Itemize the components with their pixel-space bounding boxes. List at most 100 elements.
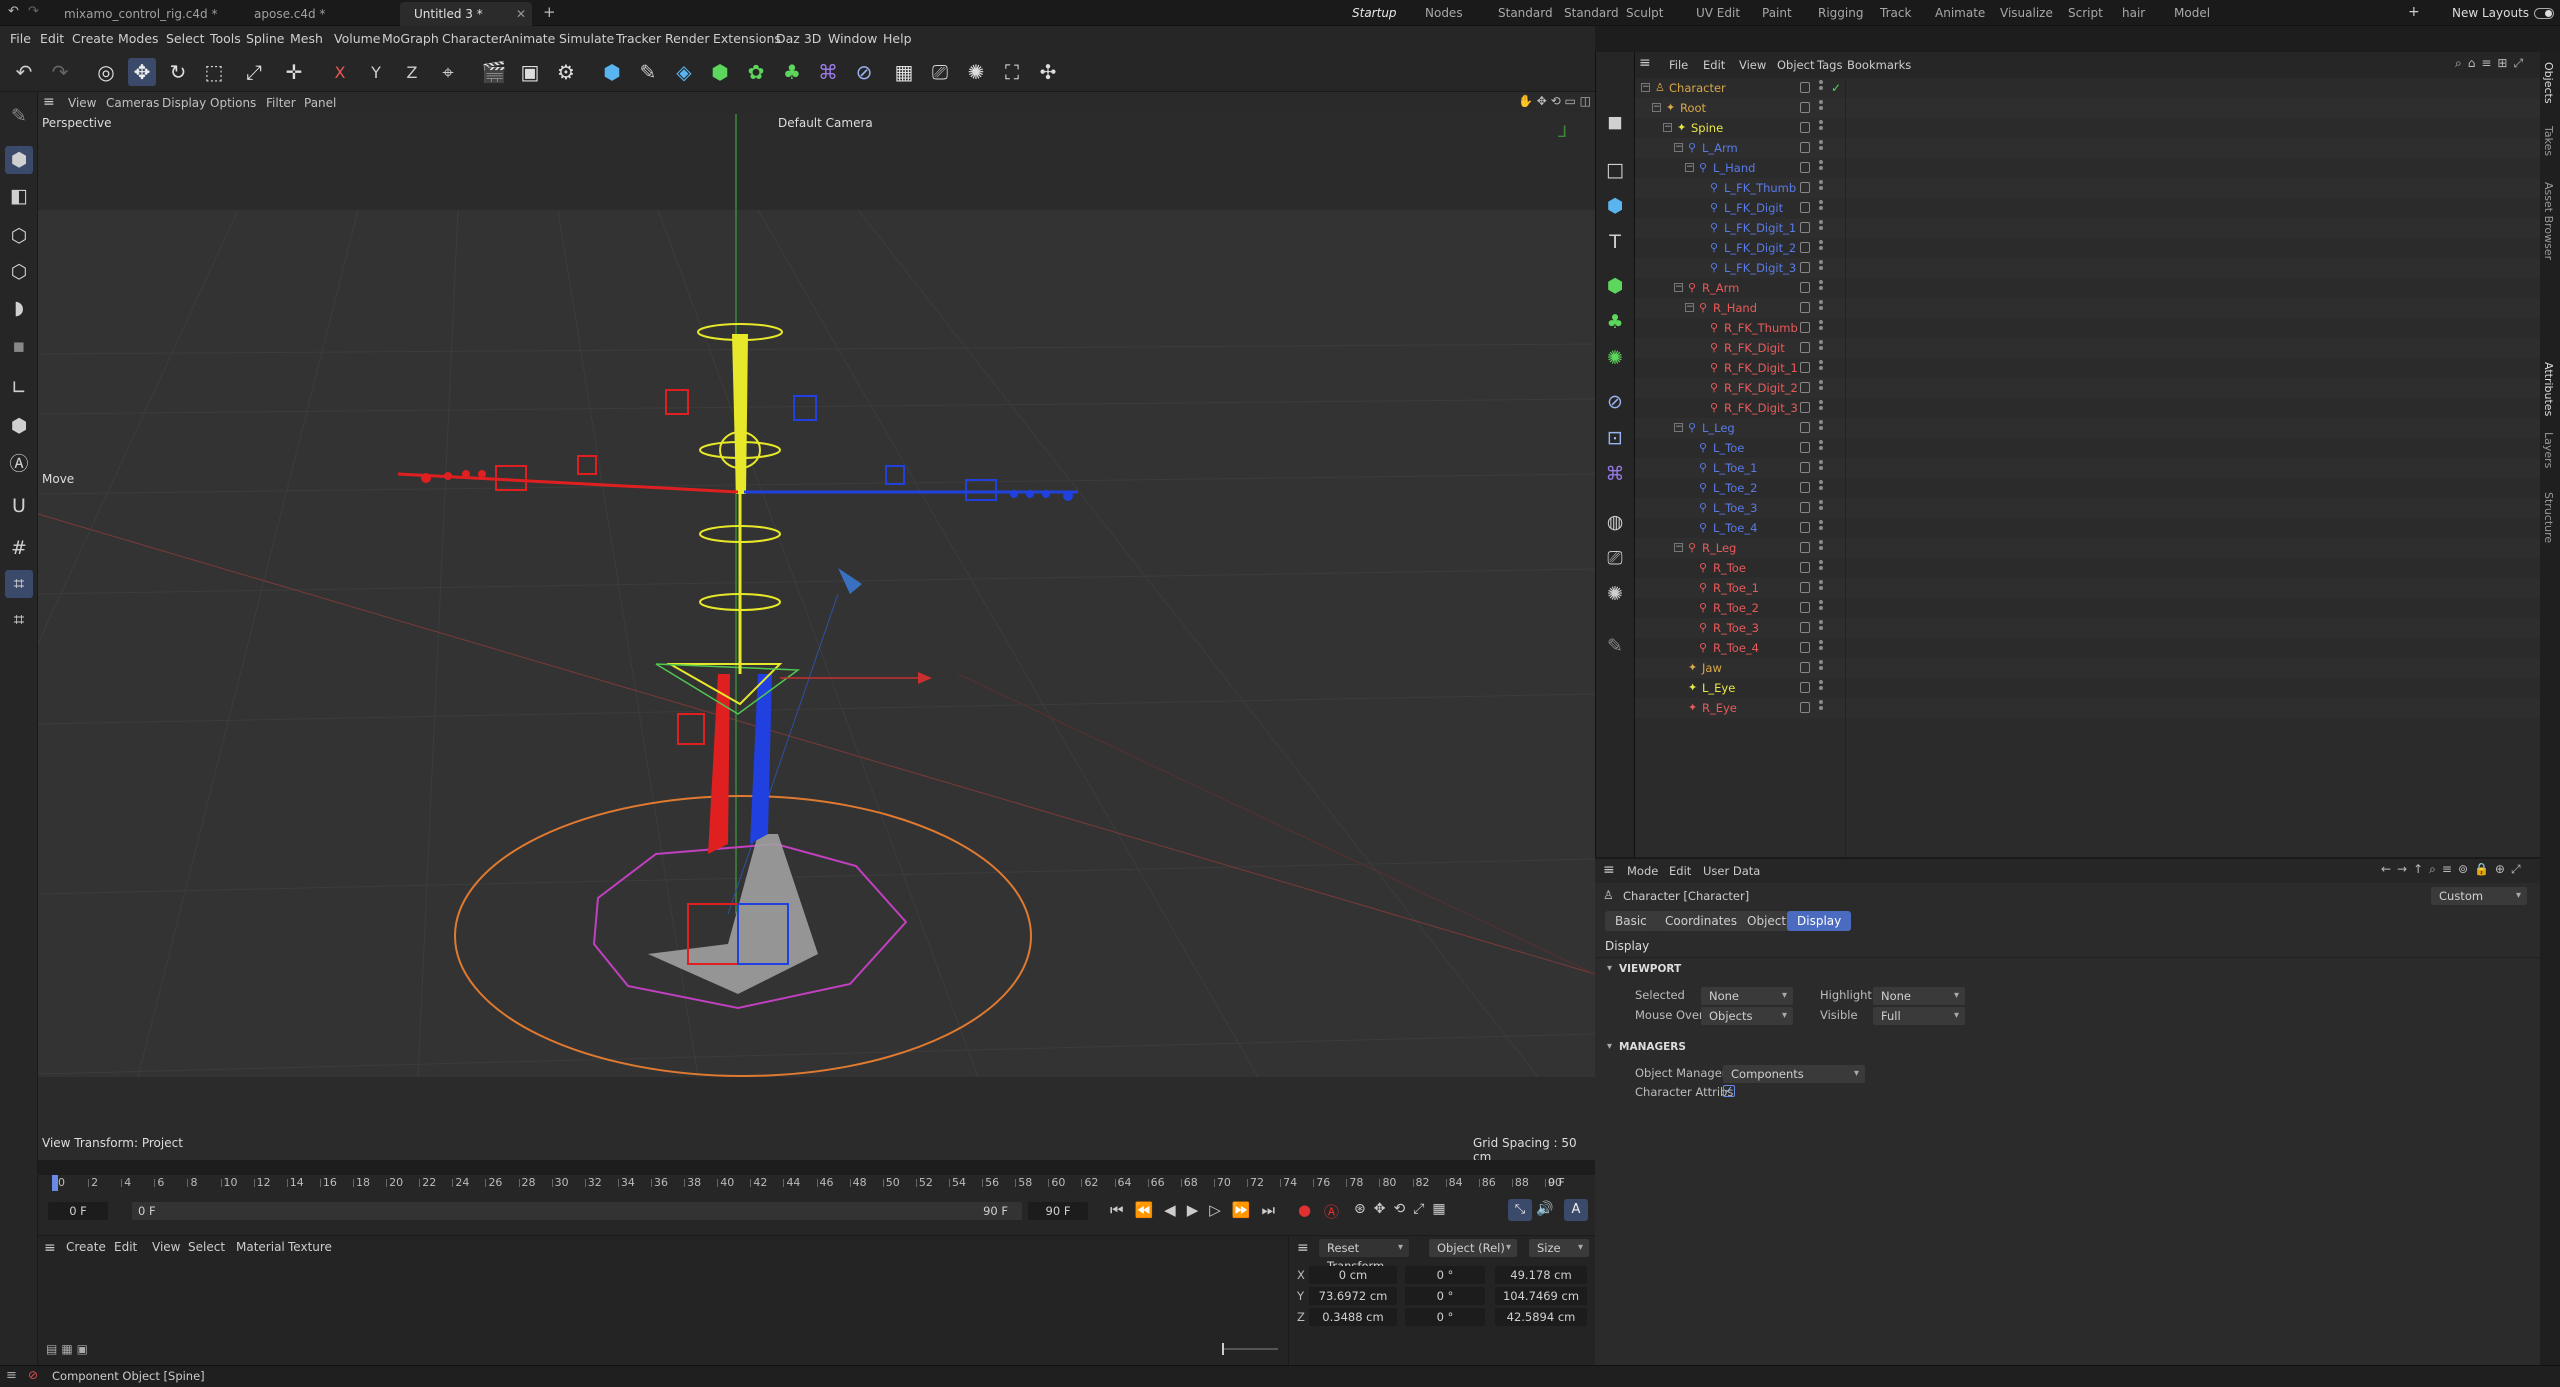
highlight-dropdown[interactable]: None bbox=[1873, 987, 1965, 1005]
menu-animate[interactable]: Animate bbox=[503, 26, 555, 52]
spline-deformer-icon[interactable]: ⌘ bbox=[1601, 460, 1629, 488]
frame-range-slider[interactable]: 0 F 90 F bbox=[132, 1202, 1022, 1220]
object-row[interactable]: ✦ R_Eye bbox=[1635, 698, 2540, 718]
rotation-field[interactable]: 0 ° bbox=[1405, 1287, 1485, 1305]
visibility-dots-icon[interactable] bbox=[1819, 540, 1823, 556]
timeline-ruler[interactable]: 0 2 4 6 8 10 12 14 16 18 20 22 24 26 28 30 32 34 36 38 40 42 4… bbox=[48, 1175, 1585, 1191]
expand-toggle-icon[interactable]: − bbox=[1685, 163, 1694, 172]
undo-icon[interactable]: ↶ bbox=[10, 58, 38, 86]
visibility-tag-icon[interactable] bbox=[1800, 662, 1810, 673]
visibility-dots-icon[interactable] bbox=[1819, 620, 1823, 636]
visibility-tag-icon[interactable] bbox=[1800, 262, 1810, 273]
autokey-icon[interactable]: Ⓐ bbox=[1324, 1201, 1339, 1222]
layout-tab[interactable]: Standard bbox=[1564, 0, 1619, 26]
menu-help[interactable]: Help bbox=[883, 26, 912, 52]
render-settings-icon[interactable]: ⚙ bbox=[552, 58, 580, 86]
visibility-dots-icon[interactable] bbox=[1819, 360, 1823, 376]
object-row[interactable]: ⚲ R_FK_Thumb bbox=[1635, 318, 2540, 338]
cloner-icon[interactable]: ✿ bbox=[742, 58, 770, 86]
viewport-nav-icons[interactable]: ✋ ✥ ⟲ ▭ ◫ bbox=[1518, 94, 1591, 108]
enabled-check-icon[interactable]: ✓ bbox=[1831, 78, 1841, 98]
menu-simulate[interactable]: Simulate bbox=[559, 26, 614, 52]
attribute-menu-edit[interactable]: Edit bbox=[1669, 864, 1691, 878]
visibility-tag-icon[interactable] bbox=[1800, 642, 1810, 653]
auto-icon[interactable]: A bbox=[1564, 1199, 1588, 1221]
visibility-dots-icon[interactable] bbox=[1819, 500, 1823, 516]
character-attribs-checkbox[interactable]: ✓ bbox=[1723, 1085, 1735, 1097]
solo-icon[interactable]: Ⓐ bbox=[5, 448, 33, 476]
object-row[interactable]: ⚲ R_FK_Digit_2 bbox=[1635, 378, 2540, 398]
object-row[interactable]: ⚲ L_FK_Digit bbox=[1635, 198, 2540, 218]
object-row[interactable]: ⚲ L_Toe_1 bbox=[1635, 458, 2540, 478]
object-row[interactable]: ⚲ R_Toe_3 bbox=[1635, 618, 2540, 638]
object-row[interactable]: − ✦ Spine bbox=[1635, 118, 2540, 138]
viewport-menu-display[interactable]: Display bbox=[162, 92, 206, 114]
side-tab-structure[interactable]: Structure bbox=[2542, 492, 2555, 543]
visibility-dots-icon[interactable] bbox=[1819, 640, 1823, 656]
object-row[interactable]: ⚲ L_FK_Digit_2 bbox=[1635, 238, 2540, 258]
visible-dropdown[interactable]: Full bbox=[1873, 1007, 1965, 1025]
spline-pen-icon[interactable]: ✎ bbox=[634, 58, 662, 86]
brush-icon[interactable]: ✎ bbox=[5, 102, 33, 130]
object-menu-view[interactable]: View bbox=[1739, 58, 1766, 72]
object-row[interactable]: ✦ L_Eye bbox=[1635, 678, 2540, 698]
visibility-dots-icon[interactable] bbox=[1819, 180, 1823, 196]
collapse-managers-icon[interactable]: ▾ bbox=[1607, 1041, 1612, 1052]
deformer-icon[interactable]: ⊘ bbox=[1601, 388, 1629, 416]
axis-mode-icon[interactable]: ∟ bbox=[5, 374, 33, 402]
new-tab-icon[interactable]: + bbox=[543, 3, 556, 21]
rotation-field[interactable]: 0 ° bbox=[1405, 1308, 1485, 1326]
subdivision-icon[interactable]: ◈ bbox=[670, 58, 698, 86]
visibility-tag-icon[interactable] bbox=[1800, 362, 1810, 373]
material-menu-create[interactable]: Create bbox=[66, 1240, 106, 1254]
menu-tools[interactable]: Tools bbox=[210, 26, 241, 52]
size-field[interactable]: 49.178 cm bbox=[1495, 1266, 1587, 1284]
layout-tab[interactable]: Rigging bbox=[1818, 0, 1863, 26]
playback-controls[interactable]: ⏮⏪◀▶▷⏩⏭ bbox=[1110, 1201, 1286, 1219]
object-menu-bookmarks[interactable]: Bookmarks bbox=[1847, 58, 1911, 72]
menu-mograph[interactable]: MoGraph bbox=[382, 26, 439, 52]
visibility-tag-icon[interactable] bbox=[1800, 582, 1810, 593]
visibility-tag-icon[interactable] bbox=[1800, 162, 1810, 173]
new-layouts-button[interactable]: New Layouts bbox=[2452, 0, 2529, 26]
visibility-dots-icon[interactable] bbox=[1819, 220, 1823, 236]
object-manager-tools[interactable]: ⌕⌂≡⊞⤢ bbox=[2455, 56, 2529, 71]
undo-history-icon[interactable]: ↶ bbox=[8, 4, 19, 19]
light-icon[interactable]: ✺ bbox=[1601, 580, 1629, 608]
layout-tab[interactable]: Animate bbox=[1935, 0, 1985, 26]
viewport-menu-cameras[interactable]: Cameras bbox=[106, 92, 159, 114]
menu-spline[interactable]: Spline bbox=[246, 26, 284, 52]
expand-toggle-icon[interactable]: − bbox=[1685, 303, 1694, 312]
object-menu-edit[interactable]: Edit bbox=[1703, 58, 1725, 72]
file-tab[interactable]: mixamo_control_rig.c4d * bbox=[50, 2, 250, 26]
z-axis-lock-button[interactable]: Z bbox=[398, 58, 426, 86]
object-row[interactable]: ⚲ L_Toe_4 bbox=[1635, 518, 2540, 538]
menu-tracker[interactable]: Tracker bbox=[616, 26, 661, 52]
edges-mode-icon[interactable]: ⬡ bbox=[5, 258, 33, 286]
object-menu-tags[interactable]: Tags bbox=[1817, 58, 1842, 72]
expand-toggle-icon[interactable]: − bbox=[1652, 103, 1661, 112]
object-row[interactable]: − ♙ Character ✓ bbox=[1635, 78, 2540, 98]
visibility-dots-icon[interactable] bbox=[1819, 300, 1823, 316]
expand-toggle-icon[interactable]: − bbox=[1641, 83, 1650, 92]
visibility-tag-icon[interactable] bbox=[1800, 442, 1810, 453]
material-menu-select[interactable]: Select bbox=[188, 1240, 225, 1254]
expand-toggle-icon[interactable]: − bbox=[1674, 423, 1683, 432]
rotation-field[interactable]: 0 ° bbox=[1405, 1266, 1485, 1284]
object-row[interactable]: − ⚲ R_Leg bbox=[1635, 538, 2540, 558]
cube-icon[interactable]: ⬢ bbox=[598, 58, 626, 86]
hamburger-icon[interactable]: ≡ bbox=[1639, 55, 1651, 71]
position-field[interactable]: 0 cm bbox=[1309, 1266, 1397, 1284]
menu-file[interactable]: File bbox=[10, 26, 31, 52]
null-icon[interactable]: □ bbox=[1601, 156, 1629, 184]
redo-history-icon[interactable]: ↷ bbox=[28, 4, 39, 19]
attribute-nav-icons[interactable]: ←→↑⌕≡⊚🔒⊕⤢ bbox=[2381, 862, 2527, 877]
visibility-dots-icon[interactable] bbox=[1819, 320, 1823, 336]
file-tab[interactable]: apose.c4d * bbox=[240, 2, 370, 26]
visibility-dots-icon[interactable] bbox=[1819, 120, 1823, 136]
cloner-icon[interactable]: ♣ bbox=[1601, 308, 1629, 336]
menu-render[interactable]: Render bbox=[665, 26, 710, 52]
object-menu-file[interactable]: File bbox=[1669, 58, 1688, 72]
side-tab-layers[interactable]: Layers bbox=[2542, 432, 2555, 468]
object-row[interactable]: − ✦ Root bbox=[1635, 98, 2540, 118]
